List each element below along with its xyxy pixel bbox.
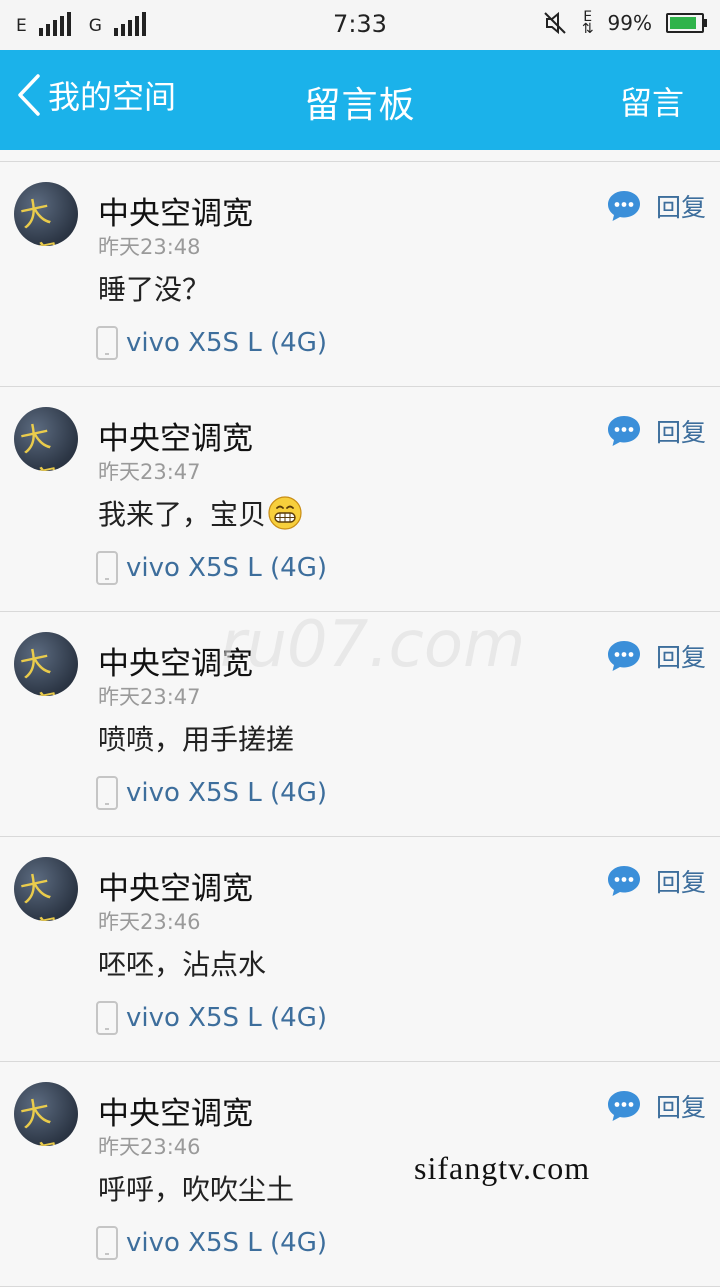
- phone-icon: [96, 1001, 118, 1035]
- status-bar: E G 7:33 E ⇅ 99%: [0, 0, 720, 50]
- avatar[interactable]: 大宽: [14, 407, 78, 471]
- reply-button[interactable]: 回复: [606, 1088, 706, 1124]
- avatar[interactable]: 大宽: [14, 857, 78, 921]
- device-label: vivo X5S L (4G): [126, 1003, 328, 1033]
- battery-icon: [666, 13, 707, 33]
- message-content: 呼呼，吹吹尘土: [98, 1168, 294, 1208]
- message-content: 喷喷，用手搓搓: [98, 718, 294, 758]
- list-item: 大宽 中央空调宽 昨天23:46 呼呼，吹吹尘土 vivo X5S L (4G)…: [0, 1062, 720, 1287]
- device-label: vivo X5S L (4G): [126, 328, 328, 358]
- message-time: 昨天23:48: [98, 235, 201, 259]
- message-time: 昨天23:46: [98, 1135, 201, 1159]
- reply-label: 回复: [655, 1093, 706, 1122]
- header-bar: 我的空间 留言板 留言: [0, 50, 720, 150]
- list-item: 大宽 中央空调宽 昨天23:48 睡了没？ vivo X5S L (4G) 回复: [0, 162, 720, 387]
- device-info: vivo X5S L (4G): [96, 1226, 327, 1260]
- device-label: vivo X5S L (4G): [126, 778, 328, 808]
- mute-icon: [544, 11, 566, 35]
- reply-label: 回复: [655, 643, 706, 672]
- device-label: vivo X5S L (4G): [126, 1228, 328, 1258]
- back-button[interactable]: 我的空间: [14, 72, 176, 118]
- avatar-text: 大宽: [17, 869, 63, 921]
- message-content: 呸呸，沾点水: [98, 943, 266, 983]
- author-name[interactable]: 中央空调宽: [98, 188, 253, 233]
- author-name[interactable]: 中央空调宽: [98, 413, 253, 458]
- avatar-text: 大宽: [17, 419, 63, 471]
- reply-button[interactable]: 回复: [606, 638, 706, 674]
- list-item: 大宽 中央空调宽 昨天23:46 呸呸，沾点水 vivo X5S L (4G) …: [0, 837, 720, 1062]
- message-content: 我来了，宝贝: [98, 493, 302, 533]
- chevron-left-icon: [18, 74, 40, 116]
- avatar[interactable]: 大宽: [14, 632, 78, 696]
- phone-icon: [96, 1226, 118, 1260]
- author-name[interactable]: 中央空调宽: [98, 638, 253, 683]
- avatar-text: 大宽: [17, 1094, 63, 1146]
- grin-emoji-icon: [268, 496, 302, 530]
- avatar-text: 大宽: [17, 644, 63, 696]
- reply-button[interactable]: 回复: [606, 863, 706, 899]
- watermark-bottom: sifangtv.com: [414, 1150, 591, 1186]
- device-info: vivo X5S L (4G): [96, 551, 327, 585]
- reply-button[interactable]: 回复: [606, 188, 706, 224]
- chat-bubble-icon: [607, 641, 640, 671]
- phone-icon: [96, 551, 118, 585]
- leave-message-button[interactable]: 留言: [620, 78, 684, 124]
- list-item: 大宽 中央空调宽 昨天23:47 我来了，宝贝 vivo X5S L (4G) …: [0, 387, 720, 612]
- reply-label: 回复: [655, 868, 706, 897]
- chat-bubble-icon: [607, 866, 640, 896]
- device-info: vivo X5S L (4G): [96, 326, 327, 360]
- message-text: 喷喷，用手搓搓: [98, 723, 295, 756]
- device-info: vivo X5S L (4G): [96, 1001, 327, 1035]
- status-right: E ⇅ 99%: [542, 9, 707, 37]
- back-label: 我的空间: [48, 78, 177, 116]
- message-list: 大宽 中央空调宽 昨天23:48 睡了没？ vivo X5S L (4G) 回复…: [0, 161, 720, 1287]
- message-text: 呼呼，吹吹尘土: [98, 1173, 295, 1206]
- avatar-text: 大宽: [17, 194, 63, 246]
- message-content: 睡了没？: [98, 268, 210, 308]
- message-text: 呸呸，沾点水: [98, 948, 267, 981]
- message-time: 昨天23:46: [98, 910, 201, 934]
- reply-label: 回复: [655, 193, 706, 222]
- reply-button[interactable]: 回复: [606, 413, 706, 449]
- device-label: vivo X5S L (4G): [126, 553, 328, 583]
- device-info: vivo X5S L (4G): [96, 776, 327, 810]
- list-item: 大宽 中央空调宽 昨天23:47 喷喷，用手搓搓 vivo X5S L (4G)…: [0, 612, 720, 837]
- avatar[interactable]: 大宽: [14, 1082, 78, 1146]
- chat-bubble-icon: [607, 191, 640, 221]
- message-time: 昨天23:47: [98, 460, 201, 484]
- message-time: 昨天23:47: [98, 685, 201, 709]
- author-name[interactable]: 中央空调宽: [98, 863, 253, 908]
- data-activity-icon: E ⇅: [581, 9, 594, 37]
- author-name[interactable]: 中央空调宽: [98, 1088, 253, 1133]
- chat-bubble-icon: [607, 1091, 640, 1121]
- message-text: 我来了，宝贝: [98, 498, 267, 531]
- avatar[interactable]: 大宽: [14, 182, 78, 246]
- battery-percent: 99%: [607, 11, 652, 35]
- reply-label: 回复: [655, 418, 706, 447]
- message-text: 睡了没？: [98, 273, 211, 306]
- phone-icon: [96, 326, 118, 360]
- chat-bubble-icon: [607, 416, 640, 446]
- phone-icon: [96, 776, 118, 810]
